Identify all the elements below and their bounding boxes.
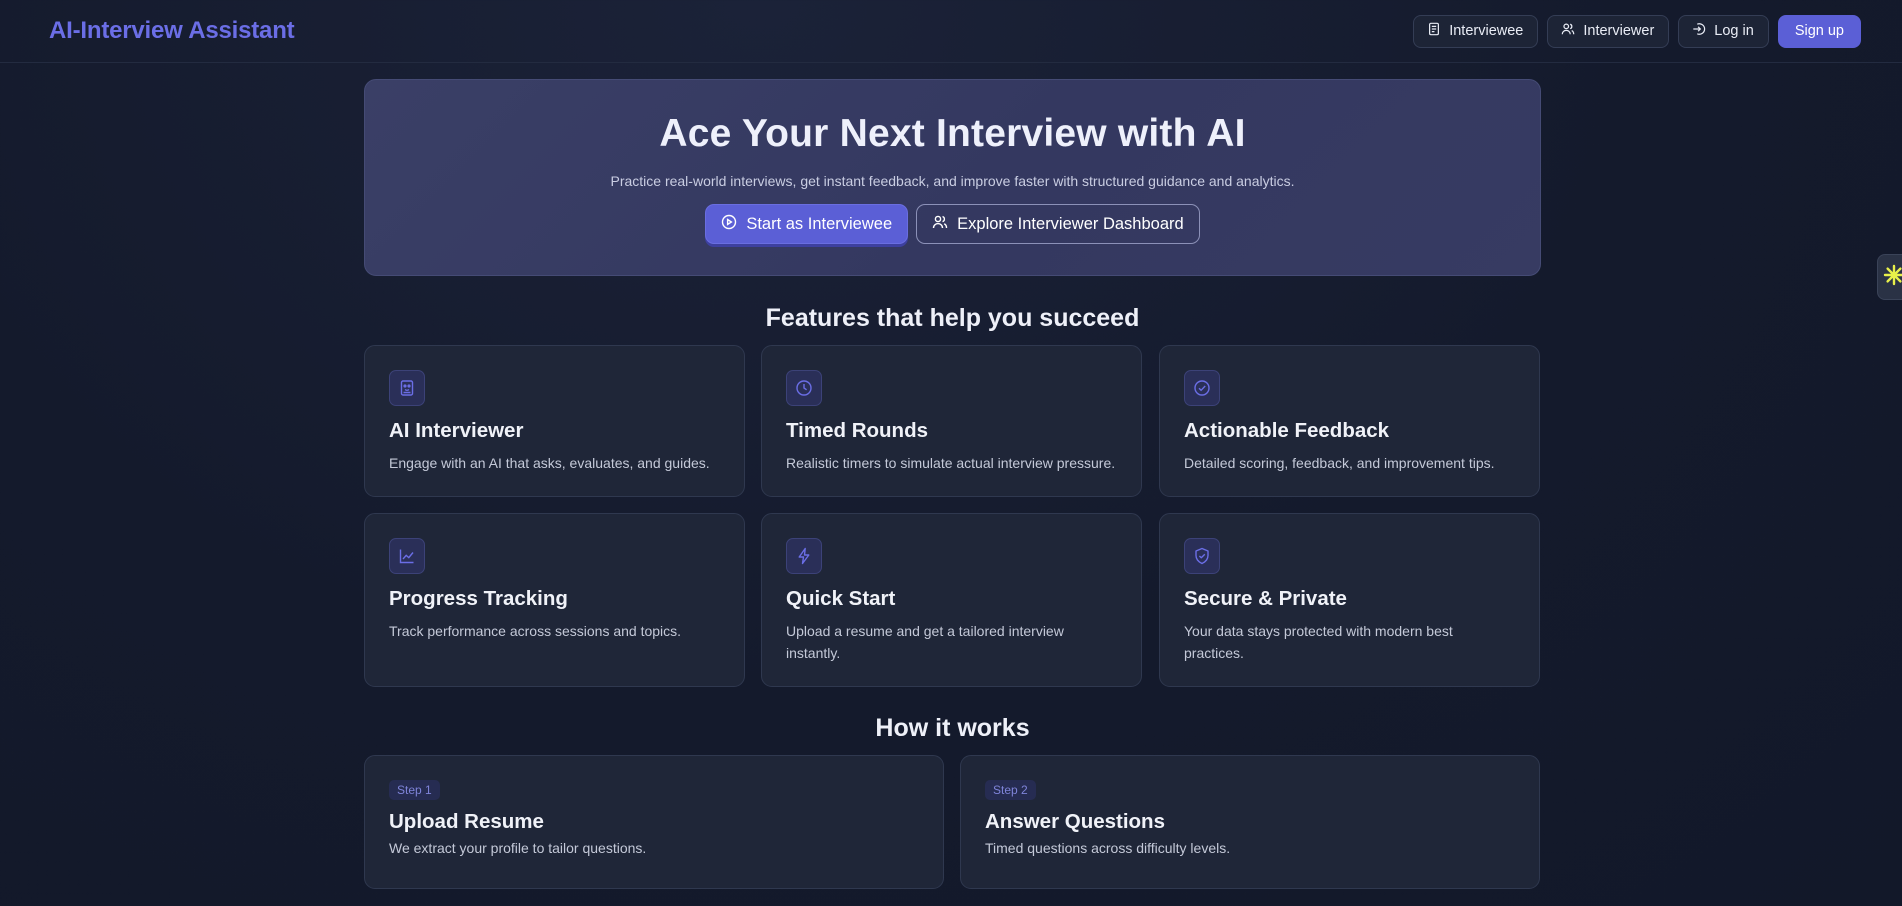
feature-title: Quick Start bbox=[786, 587, 896, 610]
feature-card: Secure & Private Your data stays protect… bbox=[1159, 513, 1540, 687]
feature-card: Quick Start Upload a resume and get a ta… bbox=[761, 513, 1142, 687]
users-icon bbox=[932, 214, 948, 235]
header-nav: Interviewee Interviewer Log in Sign up bbox=[1413, 14, 1861, 48]
interviewer-nav-button[interactable]: Interviewer bbox=[1547, 14, 1670, 48]
feature-description: Upload a resume and get a tailored inter… bbox=[786, 623, 1064, 661]
feature-card: Timed Rounds Realistic timers to simulat… bbox=[761, 345, 1142, 497]
shield-check-icon bbox=[1184, 538, 1220, 574]
sparkle-icon bbox=[1883, 264, 1902, 291]
feature-card: Actionable Feedback Detailed scoring, fe… bbox=[1159, 345, 1540, 497]
login-button[interactable]: Log in bbox=[1678, 14, 1769, 48]
feature-title: Timed Rounds bbox=[786, 419, 928, 442]
feature-title: Actionable Feedback bbox=[1184, 419, 1390, 442]
feature-title: AI Interviewer bbox=[389, 419, 524, 442]
login-label: Log in bbox=[1714, 23, 1754, 39]
hero-banner: Ace Your Next Interview with AI Practice… bbox=[364, 79, 1541, 276]
feature-card: Progress Tracking Track performance acro… bbox=[364, 513, 745, 687]
step-badge: Step 1 bbox=[389, 780, 440, 800]
feature-description: Detailed scoring, feedback, and improvem… bbox=[1184, 455, 1495, 471]
hero-actions: Start as Interviewee Explore Interviewer… bbox=[365, 204, 1540, 244]
explore-dashboard-button[interactable]: Explore Interviewer Dashboard bbox=[916, 204, 1200, 244]
how-it-works-heading: How it works bbox=[875, 714, 1030, 742]
step-card: Step 1 Upload Resume We extract your pro… bbox=[364, 755, 944, 889]
lightning-icon bbox=[786, 538, 822, 574]
hero-title: Ace Your Next Interview with AI bbox=[659, 112, 1246, 155]
feature-description: Engage with an AI that asks, evaluates, … bbox=[389, 455, 710, 471]
feature-description: Track performance across sessions and to… bbox=[389, 623, 682, 639]
top-nav-bar: AI-Interview Assistant Interviewee Inter… bbox=[0, 0, 1902, 63]
feature-description: Your data stays protected with modern be… bbox=[1184, 623, 1453, 661]
step-description: We extract your profile to tailor questi… bbox=[389, 840, 647, 856]
feature-description: Realistic timers to simulate actual inte… bbox=[786, 455, 1116, 471]
chart-line-icon bbox=[389, 538, 425, 574]
brand-logo[interactable]: AI-Interview Assistant bbox=[49, 17, 295, 45]
start-as-interviewee-button[interactable]: Start as Interviewee bbox=[705, 204, 909, 244]
users-icon bbox=[1561, 22, 1575, 40]
interviewee-nav-button[interactable]: Interviewee bbox=[1413, 14, 1539, 48]
interviewee-nav-label: Interviewee bbox=[1449, 23, 1524, 39]
step-badge: Step 2 bbox=[985, 780, 1036, 800]
login-icon bbox=[1692, 22, 1706, 40]
feature-title: Progress Tracking bbox=[389, 587, 568, 610]
explore-dashboard-label: Explore Interviewer Dashboard bbox=[957, 214, 1184, 233]
step-card: Step 2 Answer Questions Timed questions … bbox=[960, 755, 1540, 889]
floating-assistant-tab[interactable] bbox=[1877, 254, 1902, 300]
hero-subtitle: Practice real-world interviews, get inst… bbox=[610, 173, 1295, 189]
start-as-interviewee-label: Start as Interviewee bbox=[746, 214, 893, 233]
features-heading: Features that help you succeed bbox=[765, 304, 1140, 332]
robot-icon bbox=[389, 370, 425, 406]
feature-title: Secure & Private bbox=[1184, 587, 1347, 610]
step-title: Answer Questions bbox=[985, 810, 1165, 833]
step-title: Upload Resume bbox=[389, 810, 544, 833]
document-icon bbox=[1427, 22, 1441, 40]
check-circle-icon bbox=[1184, 370, 1220, 406]
interviewer-nav-label: Interviewer bbox=[1583, 23, 1655, 39]
play-circle-icon bbox=[721, 214, 737, 235]
clock-icon bbox=[786, 370, 822, 406]
feature-card: AI Interviewer Engage with an AI that as… bbox=[364, 345, 745, 497]
step-description: Timed questions across difficulty levels… bbox=[985, 840, 1231, 856]
signup-button[interactable]: Sign up bbox=[1777, 14, 1861, 48]
